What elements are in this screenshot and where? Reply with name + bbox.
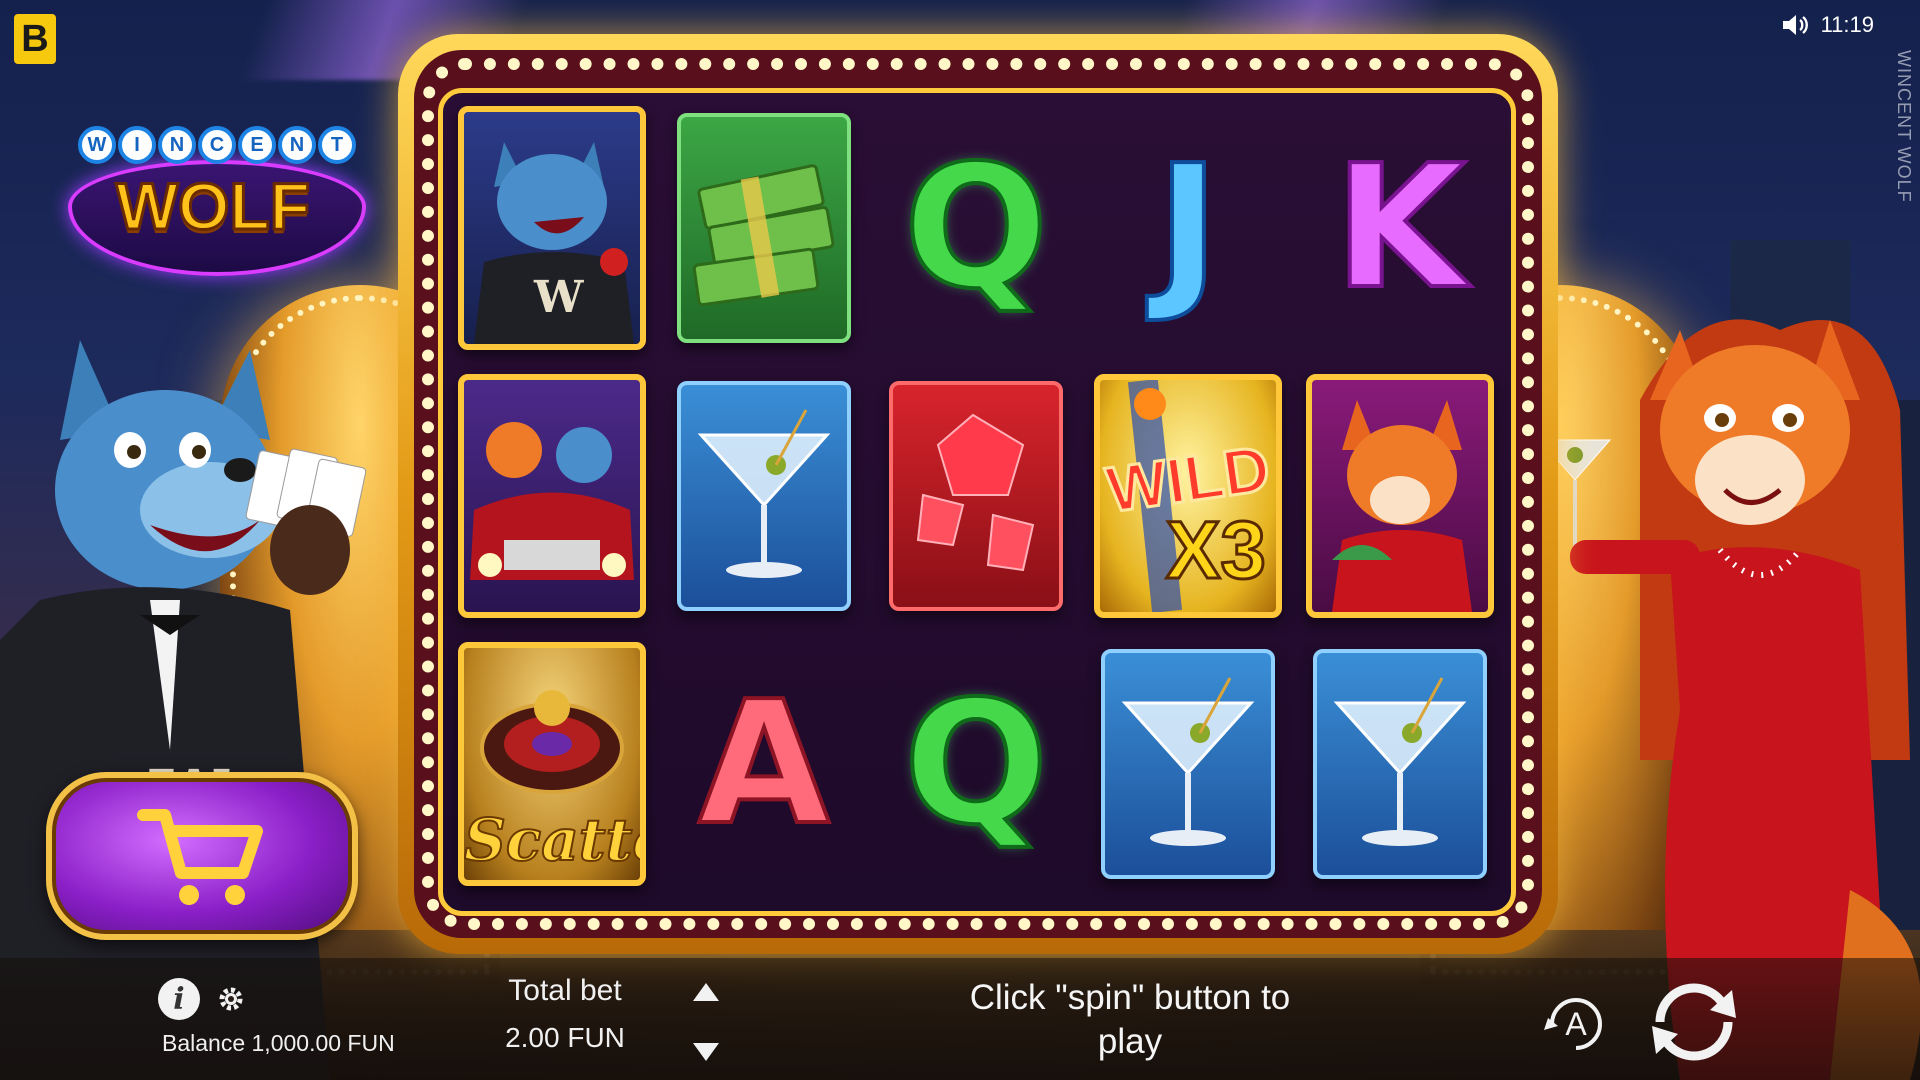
reel-cell: WILD X3 <box>1082 362 1294 630</box>
gear-icon[interactable] <box>216 984 246 1014</box>
wolf-symbol: W <box>458 106 646 350</box>
balance-display: Balance 1,000.00 FUN <box>162 1030 395 1056</box>
reel-cell <box>1294 630 1506 898</box>
game-side-title: WINCENT WOLF <box>1894 50 1914 203</box>
logo-letter: T <box>318 126 356 164</box>
logo-letter: I <box>118 126 156 164</box>
reel-cell <box>658 362 870 630</box>
logo-letter: E <box>238 126 276 164</box>
arrow-up-icon[interactable] <box>690 980 722 1004</box>
scatter-label: Scatter <box>464 805 640 875</box>
letter-symbol: Q <box>902 665 1051 863</box>
status-area: 11:19 <box>1781 12 1874 38</box>
car-symbol <box>458 374 646 618</box>
autoplay-icon[interactable]: A <box>1540 988 1612 1060</box>
wild-symbol: WILD X3 <box>1094 374 1282 618</box>
reel-cell: Q <box>870 94 1082 362</box>
clock-time: 11:19 <box>1820 12 1874 37</box>
spin-icon[interactable] <box>1640 968 1748 1076</box>
spin-hint: Click "spin" button to play <box>969 978 1291 1061</box>
letter-symbol: J <box>1154 129 1221 327</box>
letter-symbol: K <box>1332 129 1468 327</box>
logo-top-letters: W I N C E N T <box>78 126 356 164</box>
logo-letter: N <box>158 126 196 164</box>
arrow-down-icon[interactable] <box>690 1040 722 1064</box>
fox-symbol <box>1306 374 1494 618</box>
martini-symbol <box>1101 649 1275 879</box>
info-icon[interactable]: i <box>158 978 200 1020</box>
wild-multiplier: X3 <box>1164 504 1267 598</box>
reel-cell: A <box>658 630 870 898</box>
reel-cell: J <box>1082 94 1294 362</box>
game-screen: B 11:19 WINCENT WOLF W I N C E N T WOLF <box>0 0 1920 1080</box>
diamonds-symbol <box>889 381 1063 611</box>
logo-letter: N <box>278 126 316 164</box>
total-bet-value: 2.00 FUN <box>505 1022 625 1053</box>
reel-cell <box>1294 362 1506 630</box>
cart-icon <box>137 809 263 905</box>
letter-symbol: A <box>696 665 832 863</box>
martini-symbol <box>1313 649 1487 879</box>
reel-cell <box>446 362 658 630</box>
brand-badge: B <box>14 14 56 64</box>
reel-cell: K <box>1294 94 1506 362</box>
logo-letter: W <box>78 126 116 164</box>
game-logo: W I N C E N T WOLF <box>68 118 366 276</box>
reel-cell: Q <box>870 630 1082 898</box>
letter-symbol: Q <box>902 129 1051 327</box>
reel-cell <box>658 94 870 362</box>
martini-symbol <box>677 381 851 611</box>
reel-cell <box>1082 630 1294 898</box>
reel-grid[interactable]: W Q J K WILD X3 Scatt A Q <box>446 94 1506 900</box>
logo-wordmark: WOLF <box>114 168 311 245</box>
logo-letter: C <box>198 126 236 164</box>
reel-cell: W <box>446 94 658 362</box>
cash-symbol <box>677 113 851 343</box>
reel-cell: Scatter <box>446 630 658 898</box>
total-bet-label: Total bet <box>508 974 622 1007</box>
shop-button[interactable] <box>46 772 358 940</box>
speaker-icon[interactable] <box>1781 12 1811 38</box>
scatter-symbol: Scatter <box>458 642 646 886</box>
svg-text:W: W <box>533 272 584 323</box>
reel-cell <box>870 362 1082 630</box>
autoplay-label: A <box>1565 1006 1587 1042</box>
